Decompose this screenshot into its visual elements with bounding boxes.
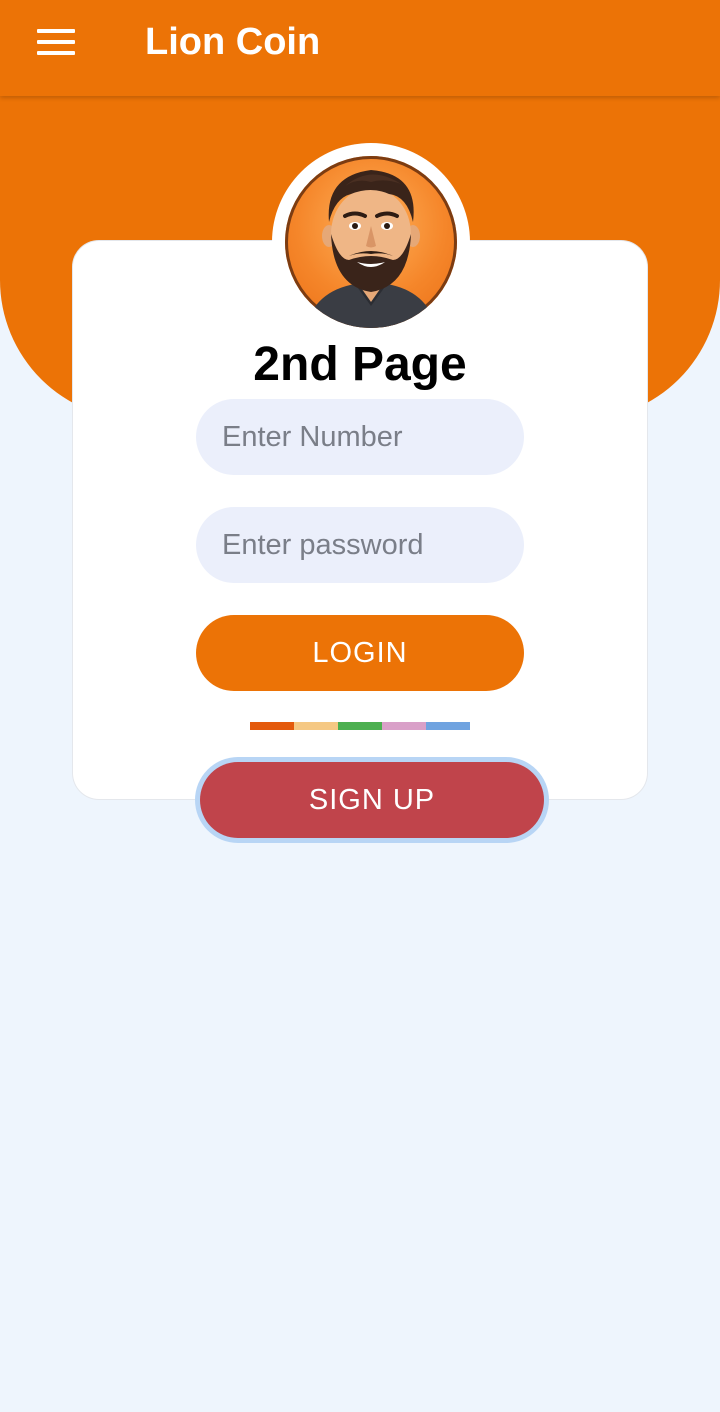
hamburger-menu-icon[interactable] (30, 20, 82, 64)
avatar-frame (272, 143, 470, 341)
app-bar: Lion Coin (0, 0, 720, 96)
app-title: Lion Coin (145, 21, 321, 63)
menu-line (37, 51, 75, 55)
menu-line (37, 40, 75, 44)
divider-segment (338, 722, 382, 730)
login-button[interactable]: LOGIN (196, 615, 524, 691)
divider-segment (426, 722, 470, 730)
number-input[interactable] (196, 399, 524, 475)
password-input[interactable] (196, 507, 524, 583)
color-divider (250, 722, 470, 730)
divider-segment (382, 722, 426, 730)
menu-line (37, 29, 75, 33)
bearded-man-avatar-icon (305, 170, 437, 328)
signup-button[interactable]: SIGN UP (200, 762, 544, 838)
divider-segment (250, 722, 294, 730)
divider-segment (294, 722, 338, 730)
avatar (285, 156, 457, 328)
page-title: 2nd Page (253, 338, 467, 391)
